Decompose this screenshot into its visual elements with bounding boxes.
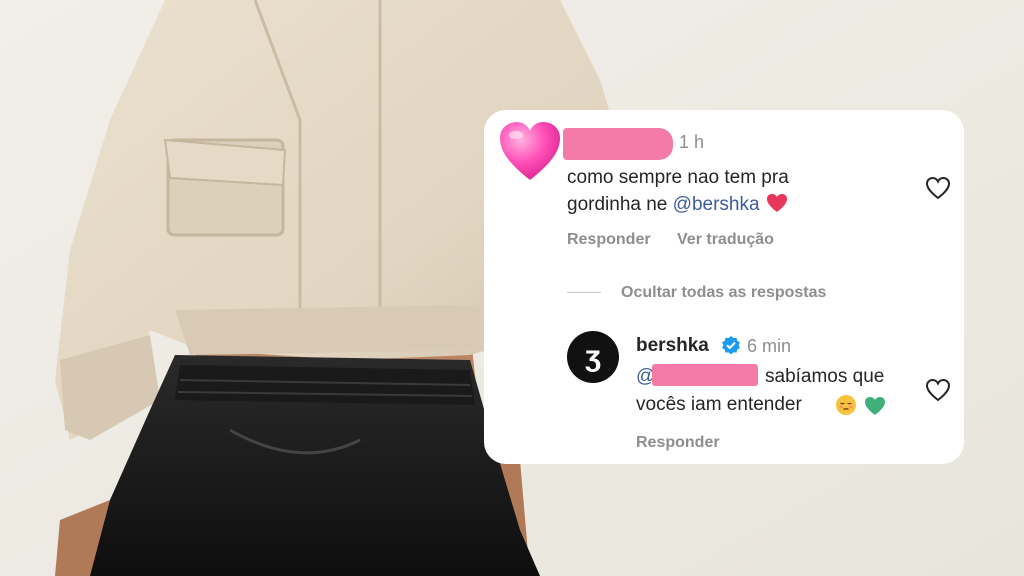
pensive-face-emoji-icon <box>836 395 856 415</box>
green-heart-emoji-icon <box>865 397 885 415</box>
mention-link[interactable]: @bershka <box>673 194 760 215</box>
verified-badge-icon <box>722 336 740 355</box>
heart-outline-icon[interactable] <box>925 176 951 200</box>
reply-username[interactable]: bershka <box>636 335 709 357</box>
red-heart-emoji-icon <box>766 194 787 212</box>
see-translation-button[interactable]: Ver tradução <box>677 231 774 249</box>
brand-avatar[interactable]: ʒ <box>567 331 619 383</box>
redacted-mention <box>652 364 758 386</box>
reply-button[interactable]: Responder <box>567 231 651 249</box>
comment-text: como sempre nao tem pra gordinha ne @ber… <box>567 164 897 218</box>
reply-text-line2: vocês iam entender <box>636 394 802 415</box>
comment-text-line2-prefix: gordinha ne <box>567 194 673 215</box>
comment-text-line2: gordinha ne @bershka <box>567 191 897 218</box>
brand-logo-glyph: ʒ <box>585 340 601 373</box>
reply-timestamp: 6 min <box>747 336 792 356</box>
heart-outline-icon[interactable] <box>925 378 951 402</box>
reply-button-2[interactable]: Responder <box>636 434 720 452</box>
redacted-username <box>563 128 673 160</box>
comment-timestamp: 1 h <box>679 132 705 152</box>
divider-line <box>567 292 601 293</box>
comment-text-line1: como sempre nao tem pra <box>567 167 789 188</box>
hide-replies-button[interactable]: Ocultar todas as respostas <box>621 284 826 302</box>
pink-heart-icon <box>500 122 560 180</box>
reply-text-line1: sabíamos que <box>765 366 885 387</box>
